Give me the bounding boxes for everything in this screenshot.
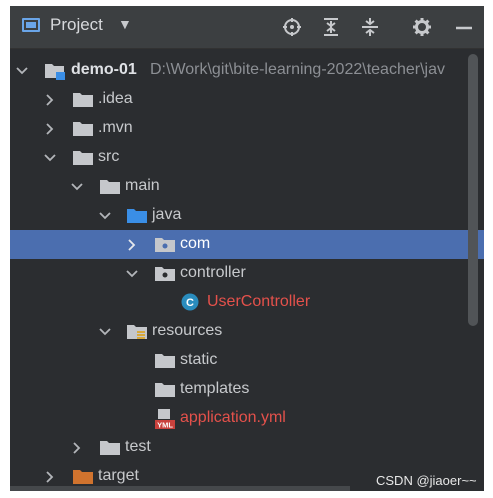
tree-row-com[interactable]: com (10, 230, 484, 259)
tree-row-java[interactable]: java (10, 201, 484, 230)
tree-item-label: target (98, 467, 139, 484)
tree-item-label: com (180, 235, 211, 252)
tree-item-label: resources (152, 322, 223, 339)
folder-icon (72, 91, 93, 108)
tree-row-usercontroller[interactable]: C UserController (10, 288, 484, 317)
resources-folder-icon (126, 323, 147, 340)
excluded-folder-icon (72, 468, 93, 485)
chevron-right-icon[interactable] (42, 85, 58, 114)
gear-icon[interactable] (408, 13, 436, 41)
chevron-down-icon[interactable] (124, 259, 140, 288)
locate-icon[interactable] (278, 13, 306, 41)
project-view-icon (22, 18, 40, 32)
chevron-down-icon[interactable] (69, 172, 85, 201)
tree-item-label: java (152, 206, 182, 223)
vertical-scrollbar[interactable] (468, 54, 478, 326)
tree-row-idea[interactable]: .idea (10, 85, 484, 114)
svg-text:C: C (186, 297, 194, 309)
chevron-down-icon[interactable] (14, 56, 30, 85)
root-project-name: demo-01 (71, 61, 137, 78)
tree-item-label: application.yml (180, 409, 286, 426)
svg-text:YML: YML (157, 421, 173, 430)
chevron-down-icon[interactable] (42, 143, 58, 172)
chevron-right-icon[interactable] (69, 433, 85, 462)
tree-item-label: test (125, 438, 151, 455)
tree-row-templates[interactable]: templates (10, 375, 484, 404)
folder-icon (154, 381, 175, 398)
folder-icon (72, 149, 93, 166)
project-view-title[interactable]: Project (50, 15, 103, 35)
tree-row-controller[interactable]: controller (10, 259, 484, 288)
expand-all-icon[interactable] (317, 13, 345, 41)
module-folder-icon (44, 62, 65, 80)
tree-row-application-yml[interactable]: YML application.yml (10, 404, 484, 433)
tree-row-main[interactable]: main (10, 172, 484, 201)
tree-item-label: main (125, 177, 160, 194)
watermark: CSDN @jiaoer~~ (376, 473, 477, 488)
tree-item-label: src (98, 148, 120, 165)
chevron-down-icon[interactable] (97, 317, 113, 346)
tree-item-label: .mvn (98, 119, 133, 136)
tree-item-label: static (180, 351, 218, 368)
folder-icon (154, 352, 175, 369)
yml-file-icon: YML (154, 408, 176, 430)
class-icon: C (181, 293, 199, 311)
folder-icon (72, 120, 93, 137)
tree-item-label: templates (180, 380, 250, 397)
tree-row-mvn[interactable]: .mvn (10, 114, 484, 143)
tree-row-src[interactable]: src (10, 143, 484, 172)
root-project-path: D:\Work\git\bite-learning-2022\teacher\j… (150, 61, 445, 78)
project-tool-window: Project ▼ demo-01 D:\Work\git\bite-learn… (10, 6, 484, 491)
tree-item-label: UserController (207, 293, 311, 310)
tree-row-test[interactable]: test (10, 433, 484, 462)
tool-window-header: Project ▼ (10, 6, 484, 49)
package-icon (154, 265, 175, 282)
folder-icon (99, 178, 120, 195)
tree-item-label: .idea (98, 90, 133, 107)
chevron-right-icon[interactable] (124, 230, 140, 259)
chevron-down-icon[interactable] (97, 201, 113, 230)
caret-down-icon[interactable]: ▼ (118, 16, 132, 32)
chevron-right-icon[interactable] (42, 114, 58, 143)
package-icon (154, 236, 175, 253)
source-folder-icon (126, 207, 147, 224)
horizontal-scrollbar[interactable] (10, 486, 350, 491)
tree-item-label: controller (180, 264, 246, 281)
collapse-all-icon[interactable] (356, 13, 384, 41)
minimize-icon[interactable] (450, 13, 478, 41)
tree-row-demo-01[interactable]: demo-01 D:\Work\git\bite-learning-2022\t… (10, 56, 484, 85)
tree-row-static[interactable]: static (10, 346, 484, 375)
folder-icon (99, 439, 120, 456)
tree-row-resources[interactable]: resources (10, 317, 484, 346)
